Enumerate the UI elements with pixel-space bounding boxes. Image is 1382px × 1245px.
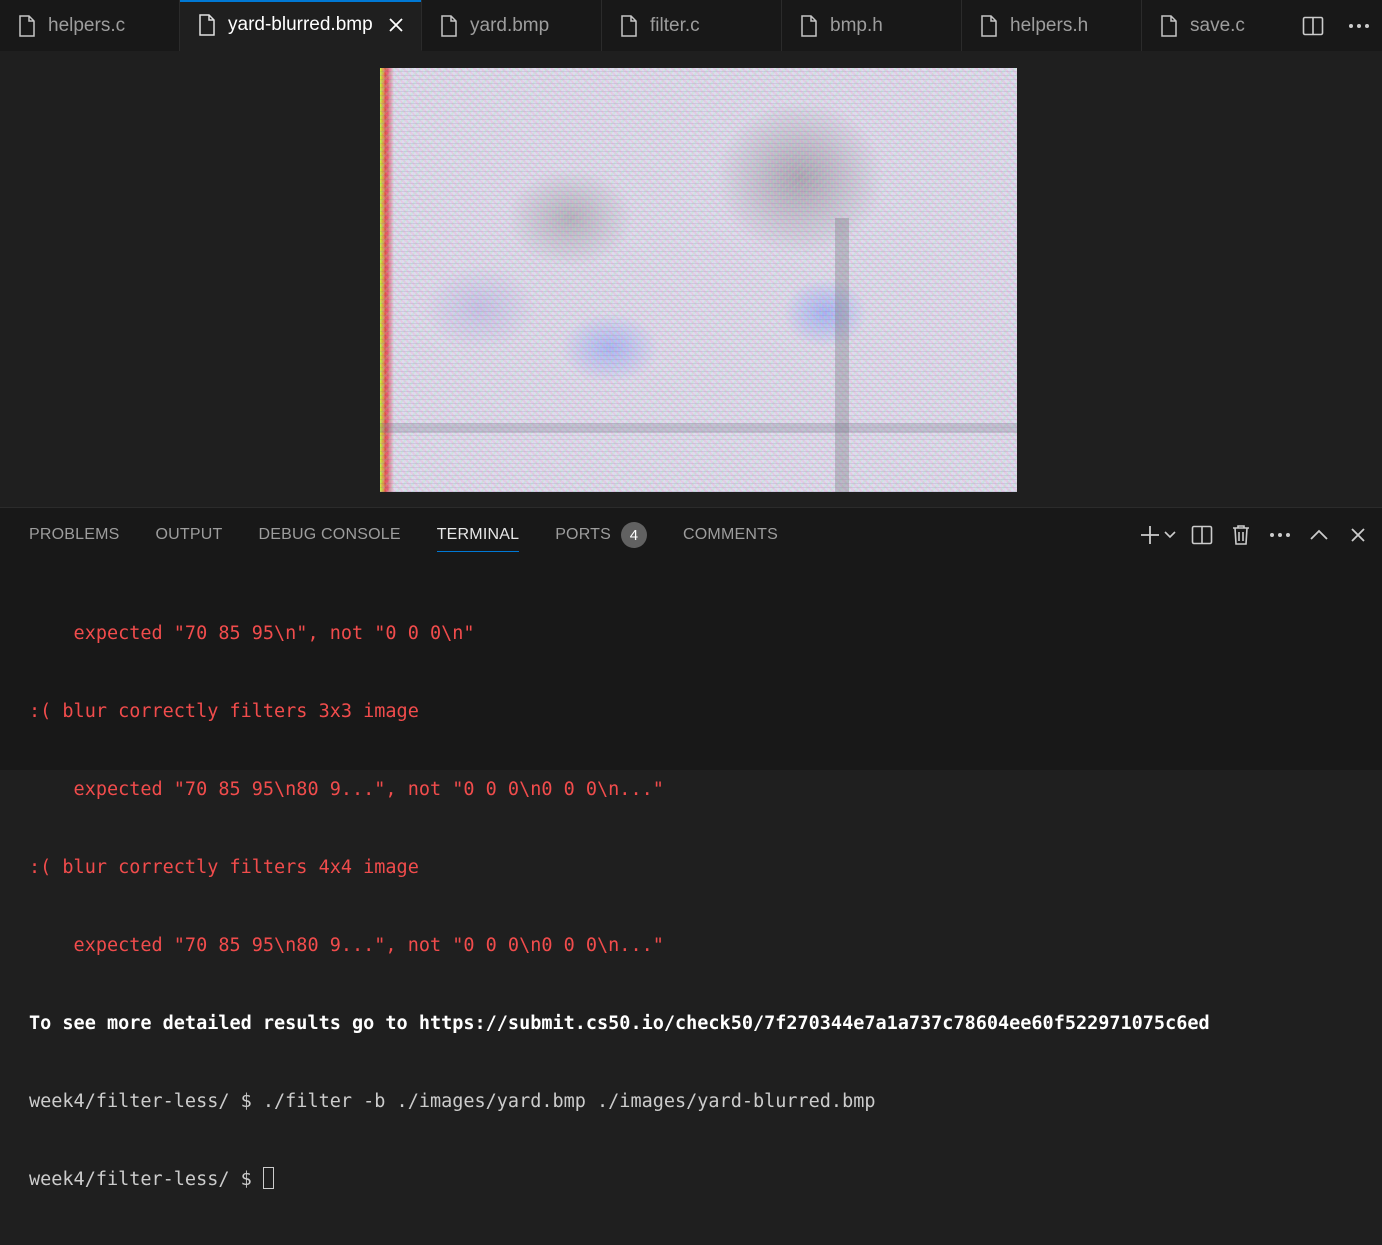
tab-label: yard-blurred.bmp bbox=[228, 14, 373, 35]
terminal-line: week4/filter-less/ $ ./filter -b ./image… bbox=[29, 1091, 876, 1112]
ports-count-badge: 4 bbox=[621, 522, 648, 548]
panel-tab-list: PROBLEMS OUTPUT DEBUG CONSOLE TERMINAL P… bbox=[29, 508, 778, 562]
file-icon bbox=[619, 14, 639, 37]
tab-debug-console[interactable]: DEBUG CONSOLE bbox=[259, 508, 401, 562]
editor-tab-bar: helpers.c yard-blurred.bmp yard.bmp filt… bbox=[0, 0, 1382, 51]
image-editor-area bbox=[0, 51, 1382, 507]
terminal-cursor bbox=[262, 1167, 274, 1189]
tab-label: yard.bmp bbox=[470, 14, 550, 36]
file-icon bbox=[1159, 14, 1179, 37]
file-icon bbox=[439, 14, 459, 37]
trash-icon[interactable] bbox=[1227, 521, 1255, 549]
tab-label: TERMINAL bbox=[436, 526, 520, 543]
more-actions-icon[interactable] bbox=[1345, 12, 1373, 40]
tab-terminal[interactable]: TERMINAL bbox=[436, 508, 520, 562]
file-icon bbox=[17, 14, 37, 37]
image-fence-line bbox=[380, 423, 1017, 433]
tab-helpers-c[interactable]: helpers.c bbox=[0, 0, 180, 51]
new-terminal-icon[interactable] bbox=[1136, 521, 1164, 549]
terminal-prompt: week4/filter-less/ $ bbox=[29, 1169, 263, 1190]
tab-yard-bmp[interactable]: yard.bmp bbox=[422, 0, 602, 51]
terminal-line: expected "70 85 95\n", not "0 0 0\n" bbox=[29, 623, 475, 644]
tab-label: OUTPUT bbox=[155, 526, 223, 543]
terminal-line: :( blur correctly filters 3x3 image bbox=[29, 701, 419, 722]
terminal-line: expected "70 85 95\n80 9...", not "0 0 0… bbox=[29, 935, 664, 956]
tab-label: PORTS bbox=[555, 526, 612, 543]
close-panel-icon[interactable] bbox=[1344, 521, 1372, 549]
panel-actions bbox=[1136, 520, 1372, 550]
editor-actions bbox=[1290, 0, 1382, 51]
chevron-down-icon[interactable] bbox=[1163, 521, 1177, 549]
tab-yard-blurred-bmp[interactable]: yard-blurred.bmp bbox=[180, 0, 422, 51]
terminal-prompt-line: week4/filter-less/ $ bbox=[29, 1167, 1369, 1193]
terminal-line: expected "70 85 95\n80 9...", not "0 0 0… bbox=[29, 779, 664, 800]
image-tree-trunk bbox=[835, 218, 849, 492]
tab-label: COMMENTS bbox=[683, 526, 778, 543]
tab-label: filter.c bbox=[650, 14, 700, 36]
terminal-line: :( blur correctly filters 4x4 image bbox=[29, 857, 419, 878]
tab-bmp-h[interactable]: bmp.h bbox=[782, 0, 962, 51]
tab-label: save.c bbox=[1190, 14, 1245, 36]
tab-label: helpers.h bbox=[1010, 14, 1089, 36]
tab-helpers-h[interactable]: helpers.h bbox=[962, 0, 1142, 51]
bmp-image-preview[interactable] bbox=[380, 68, 1017, 492]
more-icon[interactable] bbox=[1266, 521, 1294, 549]
maximize-panel-icon[interactable] bbox=[1305, 521, 1333, 549]
tab-label: PROBLEMS bbox=[29, 526, 120, 543]
tab-save-c[interactable]: save.c bbox=[1142, 0, 1292, 51]
tab-problems[interactable]: PROBLEMS bbox=[29, 508, 120, 562]
close-icon[interactable] bbox=[385, 14, 407, 36]
tab-output[interactable]: OUTPUT bbox=[156, 508, 223, 562]
tab-ports[interactable]: PORTS 4 bbox=[555, 508, 648, 562]
split-terminal-icon[interactable] bbox=[1188, 521, 1216, 549]
tab-filter-c[interactable]: filter.c bbox=[602, 0, 782, 51]
terminal-output[interactable]: expected "70 85 95\n", not "0 0 0\n" :( … bbox=[29, 569, 1369, 1245]
terminal-line: To see more detailed results go to https… bbox=[29, 1013, 1210, 1034]
file-icon bbox=[799, 14, 819, 37]
tab-label: DEBUG CONSOLE bbox=[258, 526, 401, 543]
file-icon bbox=[197, 14, 217, 36]
tab-comments[interactable]: COMMENTS bbox=[683, 508, 778, 562]
tab-label: bmp.h bbox=[830, 14, 883, 36]
file-icon bbox=[979, 14, 999, 37]
split-editor-icon[interactable] bbox=[1299, 12, 1327, 40]
tab-label: helpers.c bbox=[48, 14, 126, 36]
bottom-panel: PROBLEMS OUTPUT DEBUG CONSOLE TERMINAL P… bbox=[0, 507, 1382, 1190]
